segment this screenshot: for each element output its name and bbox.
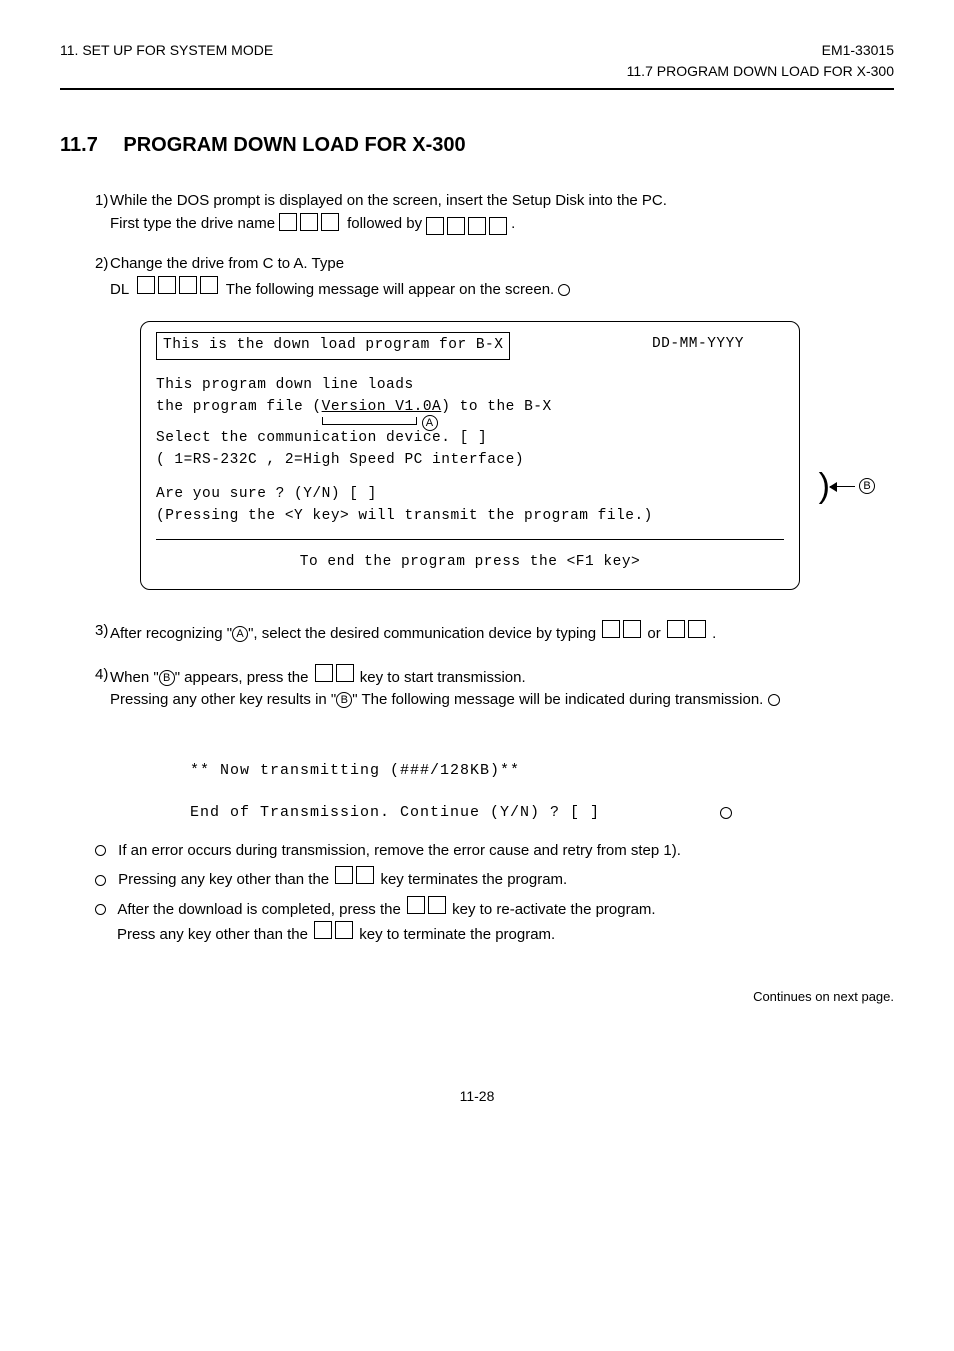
circled-ref-icon	[558, 284, 570, 296]
key-box	[300, 213, 318, 231]
key-box	[200, 276, 218, 294]
key-box	[321, 213, 339, 231]
key-box	[489, 217, 507, 235]
step-text: While the DOS prompt is displayed on the…	[110, 190, 894, 235]
page-number: 11-28	[60, 1086, 894, 1107]
key-box	[356, 866, 374, 884]
bullet-icon	[95, 875, 106, 886]
key-box	[602, 620, 620, 638]
step-text: After recognizing "A", select the desire…	[110, 620, 894, 646]
key-box	[447, 217, 465, 235]
key-box	[315, 664, 333, 682]
step-text: Change the drive from C to A. Type DL Th…	[110, 253, 894, 301]
bullet-icon	[95, 904, 106, 915]
key-box	[179, 276, 197, 294]
step-text: When "B" appears, press the key to start…	[110, 664, 894, 712]
marker-b: ) B	[819, 471, 875, 501]
bullet-icon	[95, 845, 106, 856]
section-number: 11.7	[60, 134, 98, 156]
key-box	[158, 276, 176, 294]
manual-number: EM1-33015	[627, 40, 894, 61]
step-number: 2)	[60, 253, 110, 301]
key-box	[314, 921, 332, 939]
header-right: EM1-33015 11.7 PROGRAM DOWN LOAD FOR X-3…	[627, 40, 894, 82]
section-ref: 11.7 PROGRAM DOWN LOAD FOR X-300	[627, 61, 894, 82]
bullet-item: If an error occurs during transmission, …	[95, 840, 894, 863]
key-box	[137, 276, 155, 294]
circled-ref-icon	[768, 694, 780, 706]
step-number: 1)	[60, 190, 110, 235]
section-title: 11.7 PROGRAM DOWN LOAD FOR X-300	[60, 130, 894, 160]
key-box	[428, 896, 446, 914]
key-box	[335, 866, 353, 884]
transmit-end: End of Transmission. Continue (Y/N) ? [ …	[190, 802, 600, 825]
step-number: 4)	[60, 664, 110, 712]
key-box	[407, 896, 425, 914]
screen-display: This is the down load program for B-X DD…	[140, 321, 800, 590]
bullet-item: After the download is completed, press t…	[95, 896, 894, 947]
key-box	[426, 217, 444, 235]
key-box	[688, 620, 706, 638]
key-box	[279, 213, 297, 231]
transmit-message: ** Now transmitting (###/128KB)**	[190, 760, 894, 783]
key-box	[667, 620, 685, 638]
key-box	[623, 620, 641, 638]
circled-ref-icon	[720, 807, 732, 819]
section-title-text: PROGRAM DOWN LOAD FOR X-300	[123, 134, 465, 156]
bullet-item: Pressing any key other than the key term…	[95, 866, 894, 892]
key-box	[336, 664, 354, 682]
marker-a-icon: A	[422, 415, 438, 431]
key-box	[335, 921, 353, 939]
step-number: 3)	[60, 620, 110, 646]
screen-title: This is the down load program for B-X	[156, 332, 510, 360]
key-box	[468, 217, 486, 235]
screen-date: DD-MM-YYYY	[652, 334, 744, 356]
header-left: 11. SET UP FOR SYSTEM MODE	[60, 40, 273, 61]
continue-text: Continues on next page.	[60, 987, 894, 1007]
